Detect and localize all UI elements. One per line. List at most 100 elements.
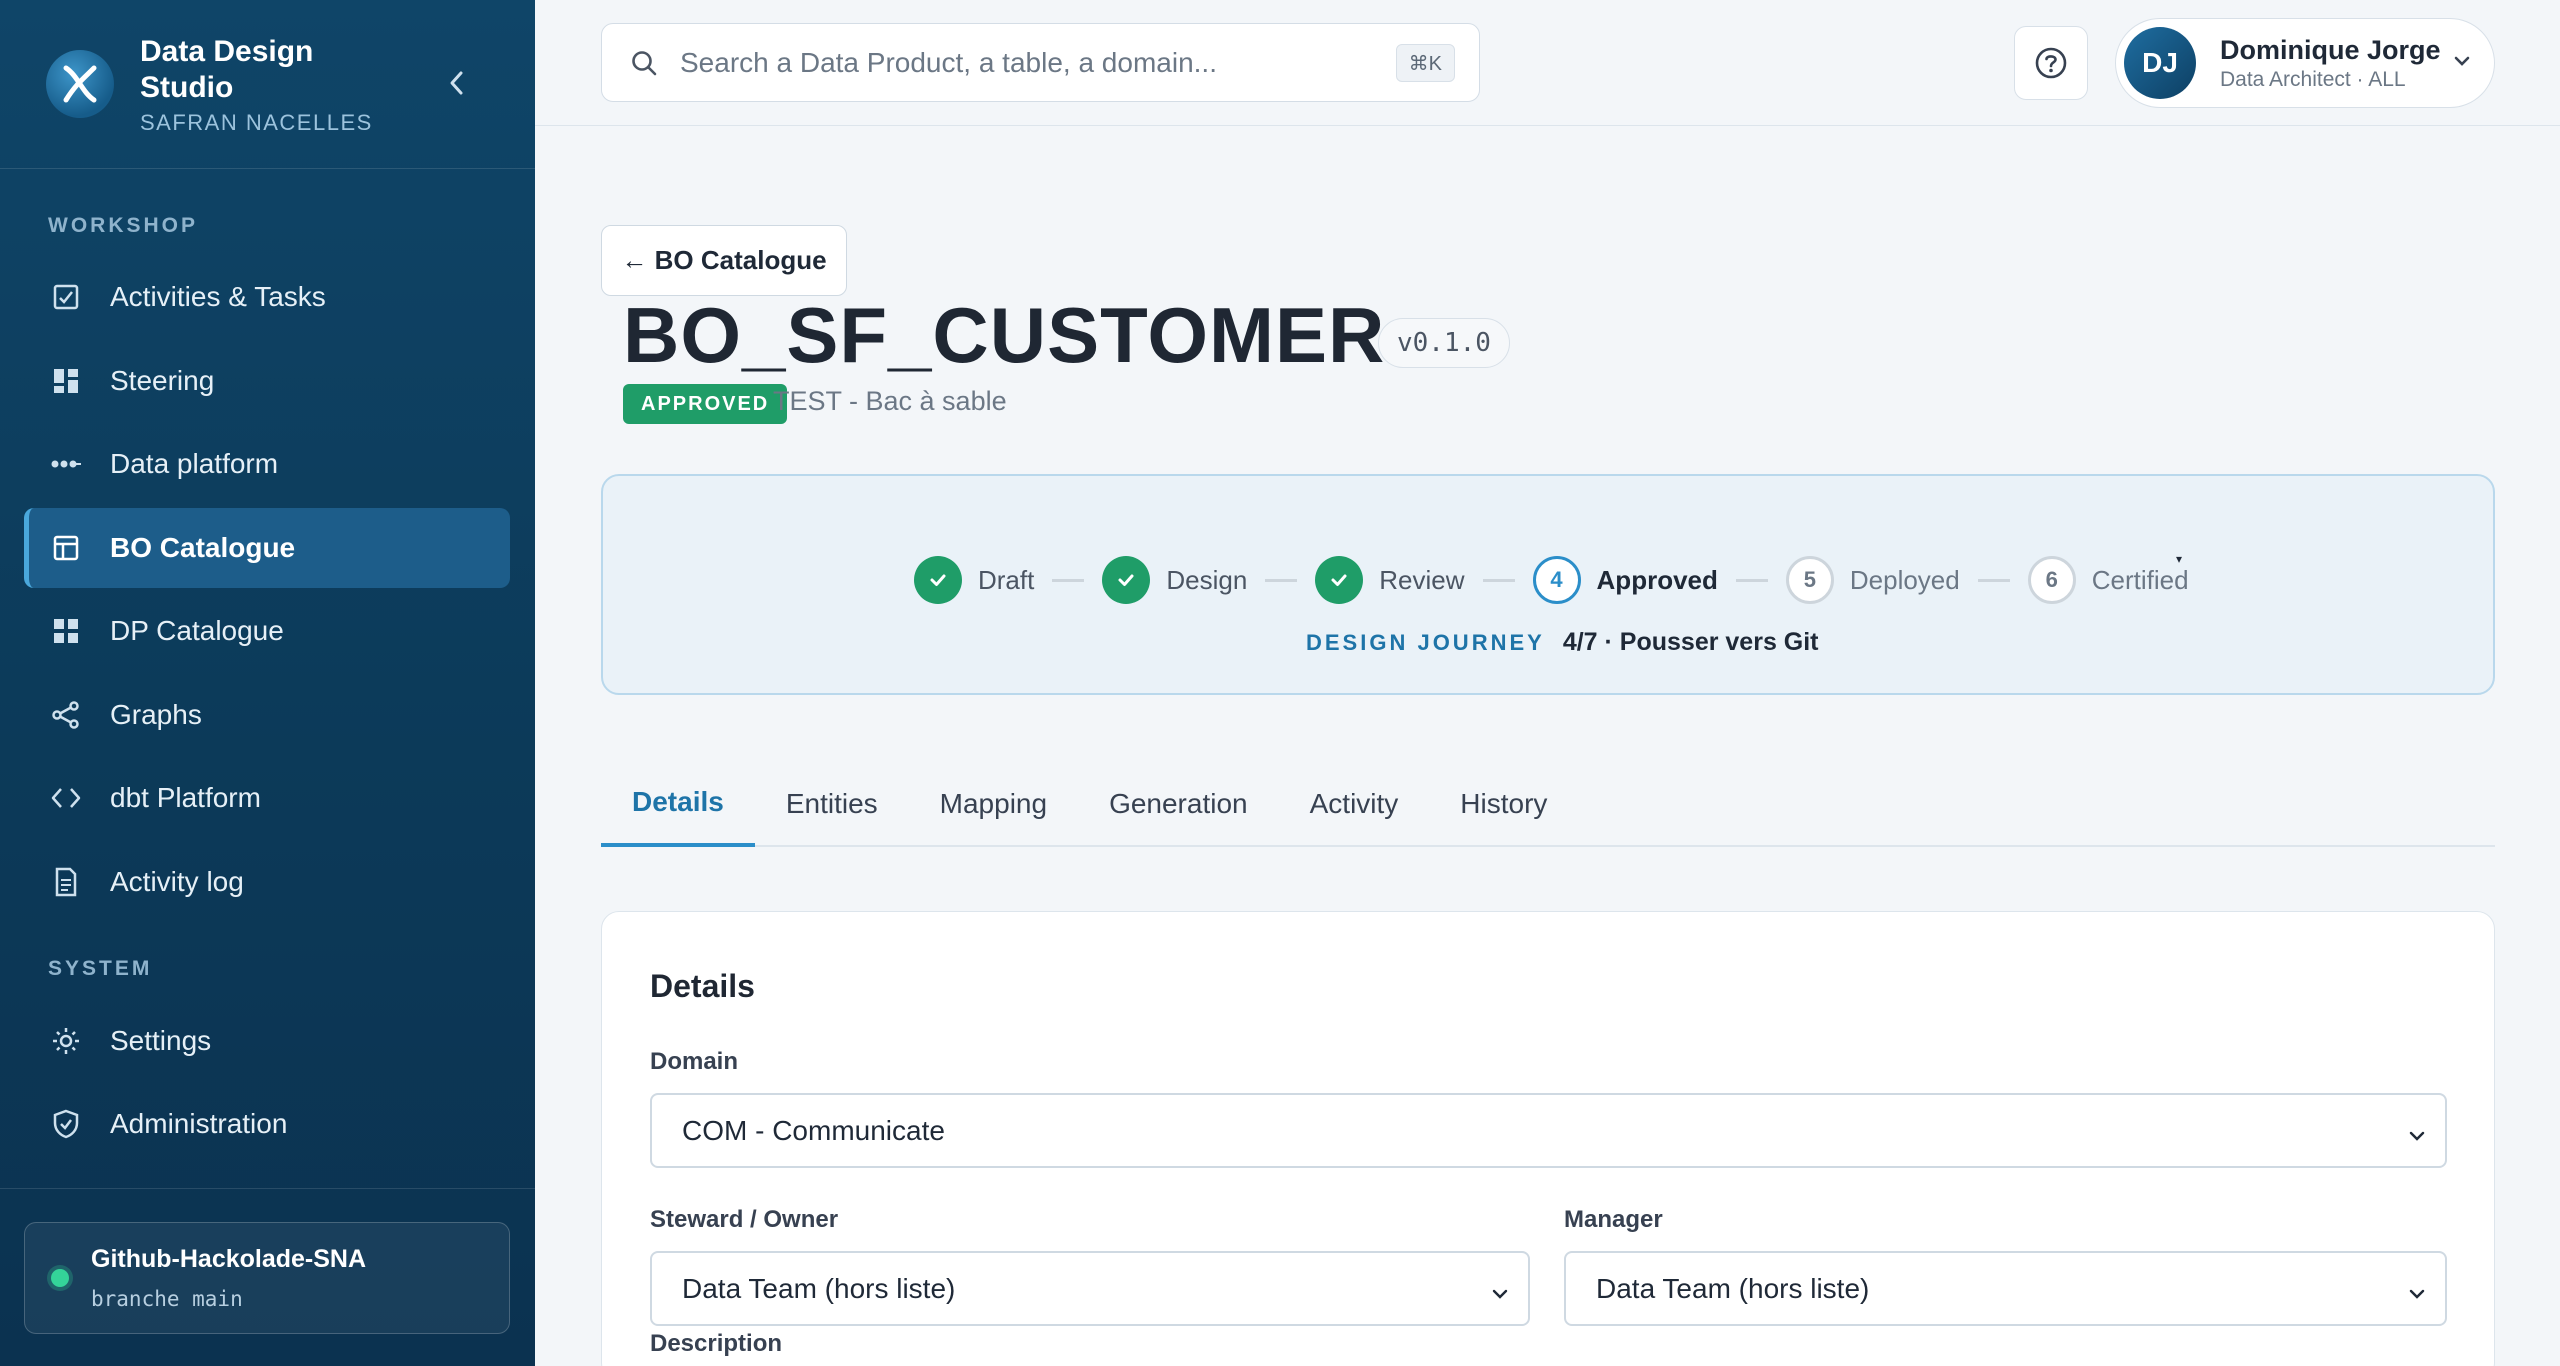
page-title: BO_SF_CUSTOMER — [623, 291, 1386, 379]
brand: Data Design Studio SAFRAN NACELLES — [46, 34, 373, 136]
tab-bar: Details Entities Mapping Generation Acti… — [601, 760, 2495, 847]
details-card: Details Domain COM - Communicate Steward… — [601, 911, 2495, 1366]
user-name: Dominique Jorge — [2220, 34, 2441, 65]
help-icon — [2035, 47, 2067, 79]
sidebar: Data Design Studio SAFRAN NACELLES WORKS… — [0, 0, 535, 1366]
sidebar-item-activity-log[interactable]: Activity log — [24, 842, 510, 922]
sidebar-item-label: Settings — [110, 1025, 212, 1056]
document-icon — [50, 866, 82, 898]
help-button[interactable] — [2014, 26, 2088, 100]
sidebar-item-administration[interactable]: Administration — [24, 1084, 510, 1164]
sidebar-item-steering[interactable]: Steering — [24, 341, 510, 421]
code-icon — [50, 782, 82, 814]
step-design[interactable]: Design — [1102, 556, 1247, 604]
search-shortcut: ⌘K — [1395, 44, 1455, 82]
sidebar-item-label: Graphs — [110, 699, 202, 730]
step-deployed[interactable]: 5 Deployed — [1785, 556, 1960, 604]
sidebar-item-label: Administration — [110, 1108, 288, 1139]
share-icon — [50, 699, 82, 731]
description-label: Description — [650, 1330, 783, 1357]
check-icon — [1315, 556, 1364, 604]
card-title: Details — [650, 968, 755, 1004]
manager-label: Manager — [1564, 1206, 1663, 1233]
sidebar-divider — [0, 1188, 535, 1189]
environment-label: TEST - Bac à sable — [773, 386, 1007, 416]
sidebar-divider — [0, 168, 535, 169]
section-label-workshop: WORKSHOP — [48, 214, 198, 237]
steward-label: Steward / Owner — [650, 1206, 839, 1233]
step-label: Deployed — [1849, 564, 1960, 595]
sidebar-item-label: DP Catalogue — [110, 615, 284, 646]
tab-details[interactable]: Details — [601, 760, 755, 847]
search-box[interactable]: ⌘K — [601, 23, 1480, 102]
steward-select[interactable]: Data Team (hors liste) — [650, 1251, 1530, 1326]
sidebar-item-bo-catalogue[interactable]: BO Catalogue — [24, 508, 510, 588]
back-button[interactable]: ← BO Catalogue — [601, 225, 847, 296]
step-label: Design — [1166, 564, 1248, 595]
brand-title: Data Design Studio — [140, 35, 314, 104]
step-draft[interactable]: Draft — [914, 556, 1034, 604]
step-label: Review — [1379, 564, 1465, 595]
journey-meta: DESIGN JOURNEY 4/7 · Pousser vers Git — [1306, 628, 1819, 657]
search-icon — [628, 47, 660, 79]
journey-progress: 4/7 · Pousser vers Git — [1562, 628, 1819, 656]
sidebar-item-dbt-platform[interactable]: dbt Platform — [24, 758, 510, 838]
steward-value: Data Team (hors liste) — [682, 1272, 956, 1304]
journey-label: DESIGN JOURNEY — [1306, 629, 1545, 655]
step-label: Certified — [2091, 564, 2189, 595]
search-input[interactable] — [680, 46, 1380, 79]
avatar: DJ — [2124, 27, 2196, 99]
dashboard-icon — [50, 365, 82, 397]
journey-steps: Draft Design Review 4 Approved 5 Deploye… — [914, 556, 2189, 604]
step-number: 4 — [1532, 556, 1581, 604]
tasks-icon — [50, 281, 82, 313]
step-separator — [1265, 578, 1298, 582]
domain-label: Domain — [650, 1048, 739, 1075]
sidebar-item-graphs[interactable]: Graphs — [24, 675, 510, 755]
sidebar-item-dp-catalogue[interactable]: DP Catalogue — [24, 591, 510, 671]
manager-select[interactable]: Data Team (hors liste) — [1564, 1251, 2447, 1326]
sidebar-item-label: Activity log — [110, 866, 244, 897]
tab-activity[interactable]: Activity — [1279, 760, 1430, 847]
tab-history[interactable]: History — [1429, 760, 1578, 847]
check-icon — [1102, 556, 1151, 604]
chevron-down-icon — [2407, 1279, 2427, 1311]
collapse-sidebar-button[interactable] — [440, 66, 474, 100]
shield-icon — [50, 1108, 82, 1140]
brand-logo — [46, 50, 114, 118]
design-journey-panel: Draft Design Review 4 Approved 5 Deploye… — [601, 474, 2495, 695]
sun-icon — [50, 1025, 82, 1057]
step-number: 5 — [1785, 556, 1834, 604]
sidebar-item-activities[interactable]: Activities & Tasks — [24, 257, 510, 337]
sidebar-item-label: Activities & Tasks — [110, 281, 326, 312]
check-icon — [914, 556, 962, 604]
user-menu[interactable]: DJ Dominique Jorge Data Architect · ALL — [2115, 18, 2495, 108]
manager-value: Data Team (hors liste) — [1596, 1272, 1870, 1304]
domain-value: COM - Communicate — [682, 1114, 945, 1146]
step-certified[interactable]: 6 Certified — [2027, 556, 2189, 604]
sidebar-item-data-platform[interactable]: Data platform — [24, 424, 510, 504]
chevron-down-icon — [1490, 1279, 1510, 1311]
section-label-system: SYSTEM — [48, 957, 153, 980]
chevron-down-icon — [2407, 1121, 2427, 1153]
step-separator — [1052, 578, 1085, 582]
status-badge: APPROVED — [623, 384, 788, 424]
repo-status-card[interactable]: Github-Hackolade-SNA branche main — [24, 1222, 510, 1334]
repo-name: Github-Hackolade-SNA — [91, 1245, 367, 1273]
caret-icon[interactable]: ▾ — [2176, 552, 2182, 566]
pipeline-icon — [50, 448, 82, 480]
tab-entities[interactable]: Entities — [755, 760, 909, 847]
domain-select[interactable]: COM - Communicate — [650, 1093, 2447, 1168]
tab-generation[interactable]: Generation — [1078, 760, 1279, 847]
status-dot — [51, 1269, 69, 1287]
step-separator — [1482, 578, 1515, 582]
sidebar-item-settings[interactable]: Settings — [24, 1001, 510, 1081]
step-separator — [1977, 578, 2010, 582]
step-review[interactable]: Review — [1315, 556, 1465, 604]
sidebar-item-label: BO Catalogue — [110, 532, 296, 563]
user-role: Data Architect · ALL — [2220, 67, 2406, 91]
step-approved[interactable]: 4 Approved — [1532, 556, 1718, 604]
tab-mapping[interactable]: Mapping — [909, 760, 1078, 847]
step-label: Approved — [1596, 564, 1718, 595]
brand-subtitle: SAFRAN NACELLES — [140, 110, 373, 135]
